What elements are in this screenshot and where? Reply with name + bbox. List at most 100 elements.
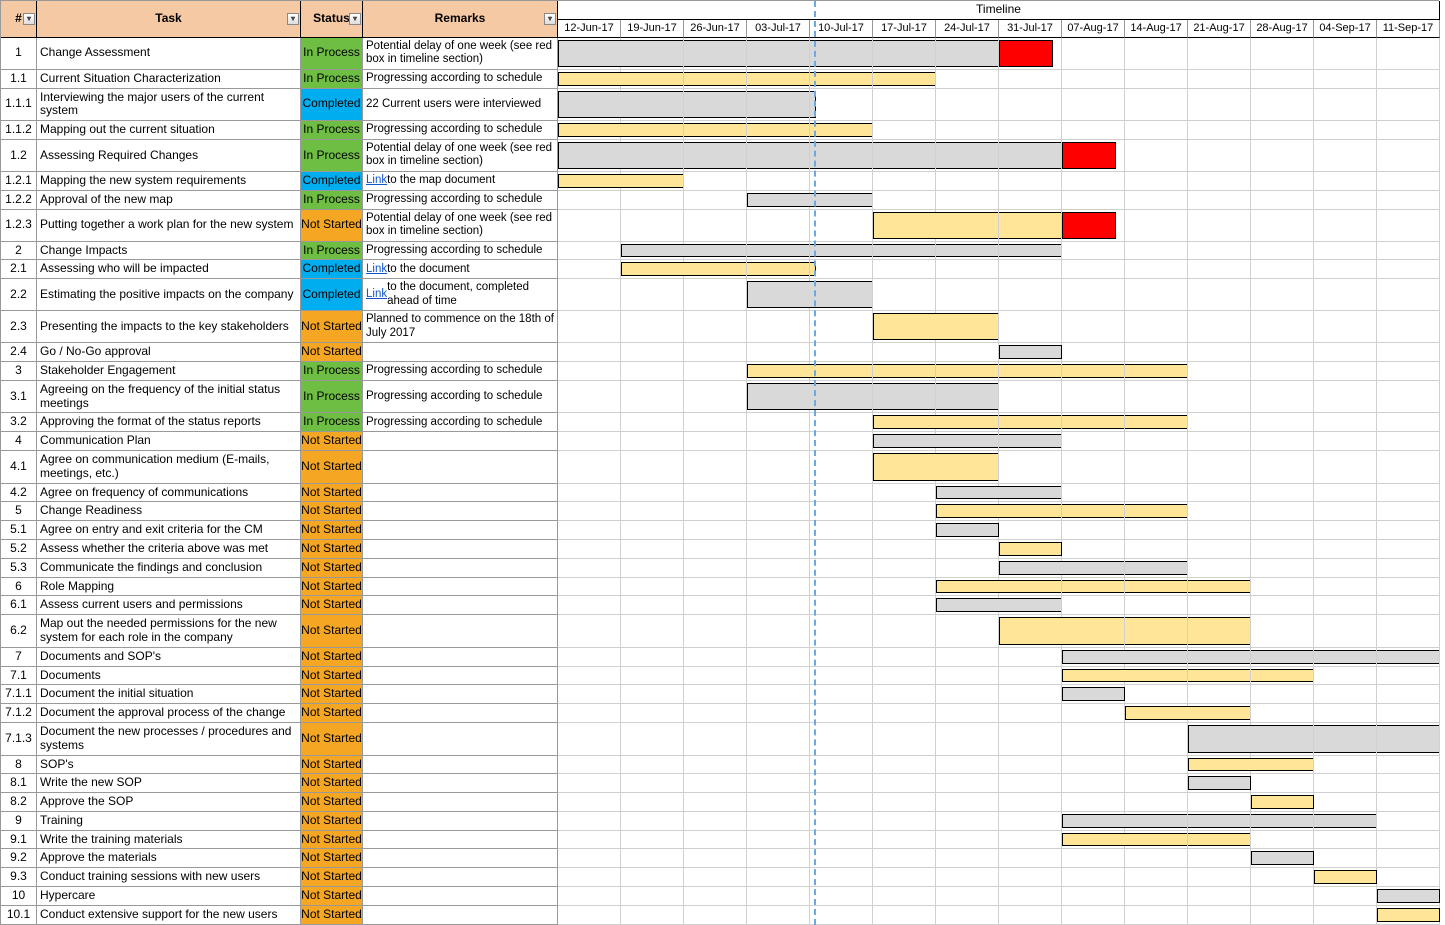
timeline-cell (1188, 343, 1251, 362)
timeline-cell (558, 311, 621, 343)
row-status[interactable]: In Process (301, 413, 363, 432)
timeline-cell (936, 89, 999, 122)
row-status[interactable]: Not Started (301, 311, 363, 343)
row-status[interactable]: Not Started (301, 432, 363, 451)
timeline-cell (1188, 685, 1251, 704)
timeline-cell (1314, 210, 1377, 242)
row-status[interactable]: In Process (301, 362, 363, 381)
timeline-cell (999, 793, 1062, 812)
timeline-cell (810, 89, 873, 122)
row-status[interactable]: Completed (301, 89, 363, 122)
timeline-cell (1251, 667, 1314, 686)
timeline-cell (1062, 667, 1125, 686)
header-status-filter-icon[interactable]: ▾ (349, 13, 361, 25)
row-status[interactable]: In Process (301, 121, 363, 140)
row-status[interactable]: Not Started (301, 831, 363, 850)
timeline-cell (999, 648, 1062, 667)
row-status[interactable]: In Process (301, 381, 363, 414)
timeline-cell (1188, 812, 1251, 831)
row-task: Go / No-Go approval (37, 343, 301, 362)
row-status[interactable]: Not Started (301, 704, 363, 723)
row-remarks: Progressing according to schedule (363, 381, 558, 414)
row-status[interactable]: Not Started (301, 906, 363, 925)
row-num: 6.1 (1, 596, 37, 615)
timeline-cell (999, 381, 1062, 414)
row-task: Approve the SOP (37, 793, 301, 812)
row-status[interactable]: Not Started (301, 685, 363, 704)
row-status[interactable]: Completed (301, 279, 363, 311)
timeline-cell (936, 887, 999, 906)
row-status[interactable]: Not Started (301, 578, 363, 597)
row-status[interactable]: Not Started (301, 793, 363, 812)
row-task: Hypercare (37, 887, 301, 906)
row-status[interactable]: Not Started (301, 451, 363, 484)
timeline-cell (684, 381, 747, 414)
timeline-cell (1188, 793, 1251, 812)
row-status[interactable]: Not Started (301, 849, 363, 868)
row-status[interactable]: Not Started (301, 812, 363, 831)
row-status[interactable]: Not Started (301, 667, 363, 686)
row-status[interactable]: Completed (301, 260, 363, 279)
timeline-cell (558, 89, 621, 122)
row-task: Document the new processes / procedures … (37, 723, 301, 756)
row-status[interactable]: Not Started (301, 774, 363, 793)
date-header-12: 04-Sep-17 (1314, 20, 1377, 38)
timeline-cell (684, 868, 747, 887)
timeline-cell (810, 191, 873, 210)
row-task: Role Mapping (37, 578, 301, 597)
timeline-cell (1062, 210, 1125, 242)
timeline-cell (1125, 210, 1188, 242)
timeline-cell (873, 279, 936, 311)
row-status[interactable]: Not Started (301, 615, 363, 648)
row-status[interactable]: Not Started (301, 502, 363, 521)
row-status[interactable]: In Process (301, 70, 363, 89)
timeline-cell (999, 704, 1062, 723)
header-task[interactable]: Task▾ (37, 1, 301, 38)
timeline-cell (1251, 432, 1314, 451)
row-status[interactable]: In Process (301, 140, 363, 172)
timeline-cell (936, 432, 999, 451)
row-task: Document the initial situation (37, 685, 301, 704)
timeline-cell (684, 38, 747, 70)
row-status[interactable]: Not Started (301, 210, 363, 242)
row-num: 9.1 (1, 831, 37, 850)
header-remarks-filter-icon[interactable]: ▾ (544, 13, 556, 25)
row-status[interactable]: Not Started (301, 723, 363, 756)
timeline-cell (621, 381, 684, 414)
timeline-cell (747, 648, 810, 667)
row-status[interactable]: In Process (301, 38, 363, 70)
row-status[interactable]: Not Started (301, 343, 363, 362)
row-status[interactable]: In Process (301, 242, 363, 261)
header-num-filter-icon[interactable]: ▾ (23, 13, 35, 25)
timeline-cell (999, 849, 1062, 868)
row-status[interactable]: Not Started (301, 521, 363, 540)
header-num[interactable]: #▾ (1, 1, 37, 38)
header-remarks[interactable]: Remarks▾ (363, 1, 558, 38)
row-status[interactable]: Not Started (301, 596, 363, 615)
timeline-cell (1125, 279, 1188, 311)
timeline-cell (747, 723, 810, 756)
row-status[interactable]: Completed (301, 172, 363, 191)
row-task: Agree on entry and exit criteria for the… (37, 521, 301, 540)
timeline-cell (684, 432, 747, 451)
row-status[interactable]: Not Started (301, 887, 363, 906)
row-status[interactable]: In Process (301, 191, 363, 210)
header-status[interactable]: Status▾ (301, 1, 363, 38)
row-num: 7 (1, 648, 37, 667)
row-status[interactable]: Not Started (301, 868, 363, 887)
row-status[interactable]: Not Started (301, 756, 363, 775)
row-remarks (363, 432, 558, 451)
row-remarks (363, 615, 558, 648)
row-status[interactable]: Not Started (301, 648, 363, 667)
row-status[interactable]: Not Started (301, 559, 363, 578)
timeline-cell (1377, 70, 1440, 89)
timeline-cell (1377, 831, 1440, 850)
row-status[interactable]: Not Started (301, 540, 363, 559)
timeline-cell (1377, 502, 1440, 521)
timeline-cell (558, 578, 621, 597)
timeline-cell (810, 210, 873, 242)
timeline-cell (1188, 849, 1251, 868)
header-task-filter-icon[interactable]: ▾ (287, 13, 299, 25)
timeline-cell (1377, 432, 1440, 451)
row-status[interactable]: Not Started (301, 484, 363, 503)
